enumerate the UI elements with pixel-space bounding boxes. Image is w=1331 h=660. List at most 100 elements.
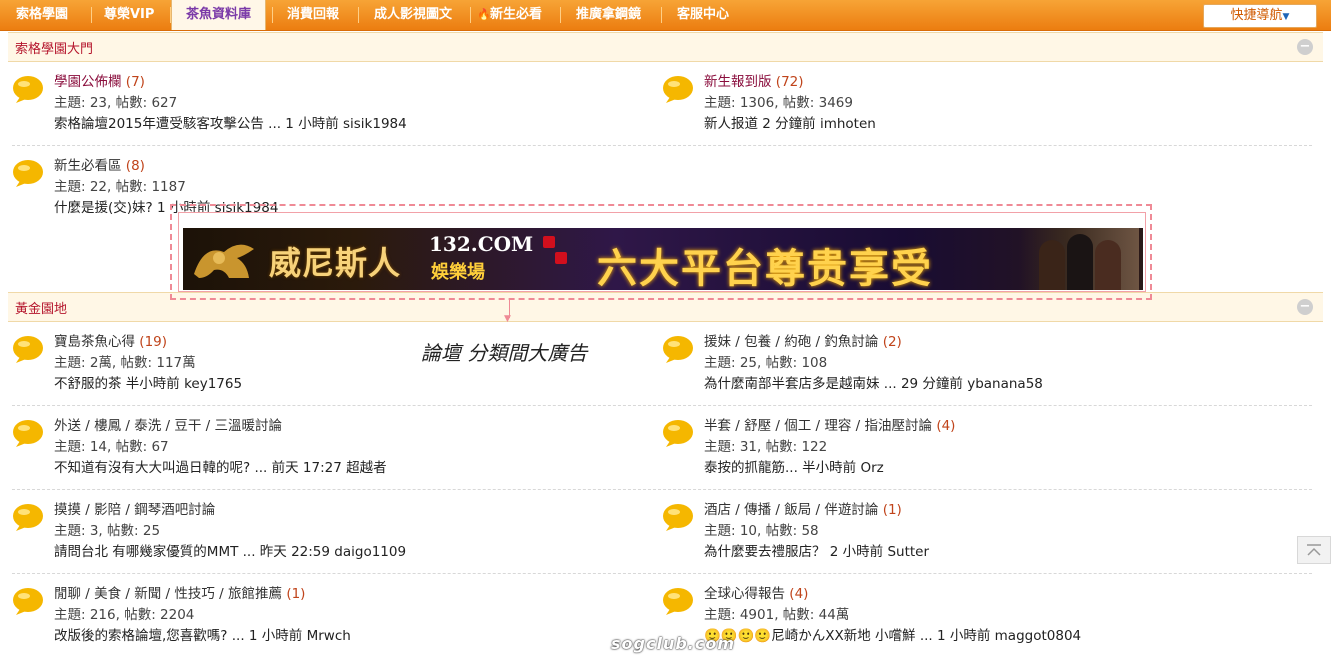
nav-item-newbie[interactable]: 新生必看	[490, 0, 542, 30]
speech-bubble-icon	[663, 336, 693, 363]
board-latest-post[interactable]: 請問台北 有哪幾家優質的MMT ... 昨天 22:59 daigo1109	[54, 542, 406, 563]
board-new-count: (4)	[936, 418, 956, 434]
row-divider	[12, 489, 1312, 491]
speech-bubble-icon	[13, 76, 43, 103]
board-name[interactable]: 新生必看區	[54, 158, 122, 174]
board-latest-post[interactable]: 為什麼要去禮服店？ 2 小時前 Sutter	[704, 542, 929, 563]
board-new-count: (19)	[139, 334, 168, 350]
nav-item-promote[interactable]: 推廣拿鋼鏡	[576, 0, 641, 30]
speech-bubble-icon	[13, 588, 43, 615]
board-latest-post[interactable]: 不知道有沒有大大叫過日韓的呢? ... 前天 17:27 超越者	[54, 458, 387, 479]
board-stats: 主題: 3, 帖數: 25	[54, 523, 161, 539]
nav-divider	[91, 7, 92, 23]
speech-bubble-icon	[663, 76, 693, 103]
board-new-count: (1)	[286, 586, 306, 602]
board-stats: 主題: 23, 帖數: 627	[54, 95, 178, 111]
board-latest-post[interactable]: 泰按的抓龍筋... 半小時前 Orz	[704, 458, 884, 479]
board-stats: 主題: 4901, 帖數: 44萬	[704, 607, 850, 623]
board-name[interactable]: 半套 / 舒壓 / 個工 / 理容 / 指油壓討論	[704, 418, 932, 434]
back-to-top-icon	[1307, 544, 1321, 556]
board-name[interactable]: 援妹 / 包養 / 約砲 / 釣魚討論	[704, 334, 878, 350]
speech-bubble-icon	[663, 420, 693, 447]
row-divider	[12, 573, 1312, 575]
row-divider	[12, 405, 1312, 407]
collapse-icon[interactable]: −	[1297, 39, 1313, 55]
quick-nav-label: 快捷導航	[1230, 8, 1283, 23]
quick-nav-button[interactable]: 快捷導航▼	[1203, 4, 1317, 28]
forum-board: 學園公佈欄 (7) 主題: 23, 帖數: 627 索格論壇2015年遭受駭客攻…	[12, 68, 652, 148]
ad-banner[interactable]: 威尼斯人 132.COM 娛樂場 六大平台尊贵享受	[183, 228, 1143, 290]
nav-item-report[interactable]: 消費回報	[287, 0, 339, 30]
watermark: sogclub.com	[611, 634, 736, 653]
person-icon	[1095, 240, 1121, 290]
board-name[interactable]: 全球心得報告	[704, 586, 785, 602]
scroll-to-top-button[interactable]	[1297, 536, 1331, 564]
nav-divider	[560, 7, 561, 23]
board-stats: 主題: 14, 帖數: 67	[54, 439, 169, 455]
board-name[interactable]: 新生報到版	[704, 74, 772, 90]
nav-item-adult-media[interactable]: 成人影視圖文	[374, 0, 452, 30]
forum-board: 全球心得報告 (4) 主題: 4901, 帖數: 44萬 🙂🙂🙂🙂尼崎かんXX新…	[662, 580, 1302, 660]
section-header-gate: 索格學園大門 −	[8, 32, 1323, 62]
board-stats: 主題: 2萬, 帖數: 117萬	[54, 355, 196, 371]
dice-icon	[555, 252, 567, 264]
speech-bubble-icon	[663, 588, 693, 615]
person-icon	[1067, 234, 1093, 290]
section-title[interactable]: 索格學園大門	[15, 38, 93, 57]
board-new-count: (2)	[882, 334, 902, 350]
dice-icon	[543, 236, 555, 248]
board-stats: 主題: 1306, 帖數: 3469	[704, 95, 853, 111]
board-latest-post[interactable]: 改版後的索格論壇,您喜歡嗎? ... 1 小時前 Mrwch	[54, 626, 351, 647]
row-divider	[12, 145, 1312, 147]
ad-domain: 132.COM	[429, 232, 534, 256]
ad-models-image	[1019, 228, 1139, 290]
forum-board: 摸摸 / 影陪 / 鋼琴酒吧討論 主題: 3, 帖數: 25 請問台北 有哪幾家…	[12, 496, 652, 576]
collapse-icon[interactable]: −	[1297, 299, 1313, 315]
section-title[interactable]: 黃金園地	[15, 298, 67, 317]
board-latest-post[interactable]: 為什麼南部半套店多是越南妹 ... 29 分鐘前 ybanana58	[704, 374, 1043, 395]
nav-item-database[interactable]: 茶魚資料庫	[171, 0, 267, 30]
forum-board: 半套 / 舒壓 / 個工 / 理容 / 指油壓討論 (4) 主題: 31, 帖數…	[662, 412, 1302, 492]
board-new-count: (72)	[775, 74, 804, 90]
board-name[interactable]: 外送 / 樓鳳 / 泰洗 / 豆干 / 三溫暖討論	[54, 418, 282, 434]
nav-divider	[661, 7, 662, 23]
board-stats: 主題: 22, 帖數: 1187	[54, 179, 186, 195]
speech-bubble-icon	[13, 336, 43, 363]
ad-casino: 娛樂場	[431, 262, 485, 283]
nav-item-vip[interactable]: 尊榮VIP	[104, 0, 154, 30]
forum-board: 外送 / 樓鳳 / 泰洗 / 豆干 / 三溫暖討論 主題: 14, 帖數: 67…	[12, 412, 652, 492]
chevron-down-icon: ▼	[1282, 12, 1290, 22]
board-latest-post[interactable]: 🙂🙂🙂🙂尼崎かんXX新地 小嚐鮮 ... 1 小時前 maggot0804	[704, 626, 1081, 647]
board-new-count: (7)	[125, 74, 145, 90]
ad-slogan: 六大平台尊贵享受	[597, 246, 933, 290]
speech-bubble-icon	[663, 504, 693, 531]
board-name[interactable]: 寶島茶魚心得	[54, 334, 135, 350]
winged-lion-icon	[194, 244, 254, 278]
board-name[interactable]: 閒聊 / 美食 / 新聞 / 性技巧 / 旅館推薦	[54, 586, 282, 602]
nav-divider	[272, 7, 273, 23]
nav-item-home[interactable]: 索格學園	[16, 0, 68, 30]
board-stats: 主題: 10, 帖數: 58	[704, 523, 819, 539]
forum-board: 新生報到版 (72) 主題: 1306, 帖數: 3469 新人报道 2 分鐘前…	[662, 68, 1302, 148]
board-stats: 主題: 31, 帖數: 122	[704, 439, 828, 455]
forum-board: 閒聊 / 美食 / 新聞 / 性技巧 / 旅館推薦 (1) 主題: 216, 帖…	[12, 580, 652, 660]
board-stats: 主題: 25, 帖數: 108	[704, 355, 828, 371]
board-new-count: (4)	[789, 586, 809, 602]
board-name[interactable]: 學園公佈欄	[54, 74, 122, 90]
person-icon	[1039, 240, 1065, 290]
board-name[interactable]: 酒店 / 傳播 / 飯局 / 伴遊討論	[704, 502, 878, 518]
nav-item-support[interactable]: 客服中心	[677, 0, 729, 30]
top-nav: 索格學園 尊榮VIP 茶魚資料庫 消費回報 成人影視圖文 🔥 新生必看 推廣拿鋼…	[0, 0, 1331, 31]
speech-bubble-icon	[13, 420, 43, 447]
board-stats: 主題: 216, 帖數: 2204	[54, 607, 195, 623]
arrow-down-icon: ▼	[504, 314, 511, 324]
board-new-count: (8)	[125, 158, 145, 174]
board-new-count: (1)	[882, 502, 902, 518]
annotation-caption: 論壇 分類間大廣告	[421, 341, 588, 365]
board-latest-post[interactable]: 新人报道 2 分鐘前 imhoten	[704, 114, 876, 135]
board-latest-post[interactable]: 不舒服的茶 半小時前 key1765	[54, 374, 242, 395]
speech-bubble-icon	[13, 504, 43, 531]
board-latest-post[interactable]: 索格論壇2015年遭受駭客攻擊公告 ... 1 小時前 sisik1984	[54, 114, 407, 135]
fire-icon: 🔥	[477, 8, 491, 21]
board-name[interactable]: 摸摸 / 影陪 / 鋼琴酒吧討論	[54, 502, 215, 518]
